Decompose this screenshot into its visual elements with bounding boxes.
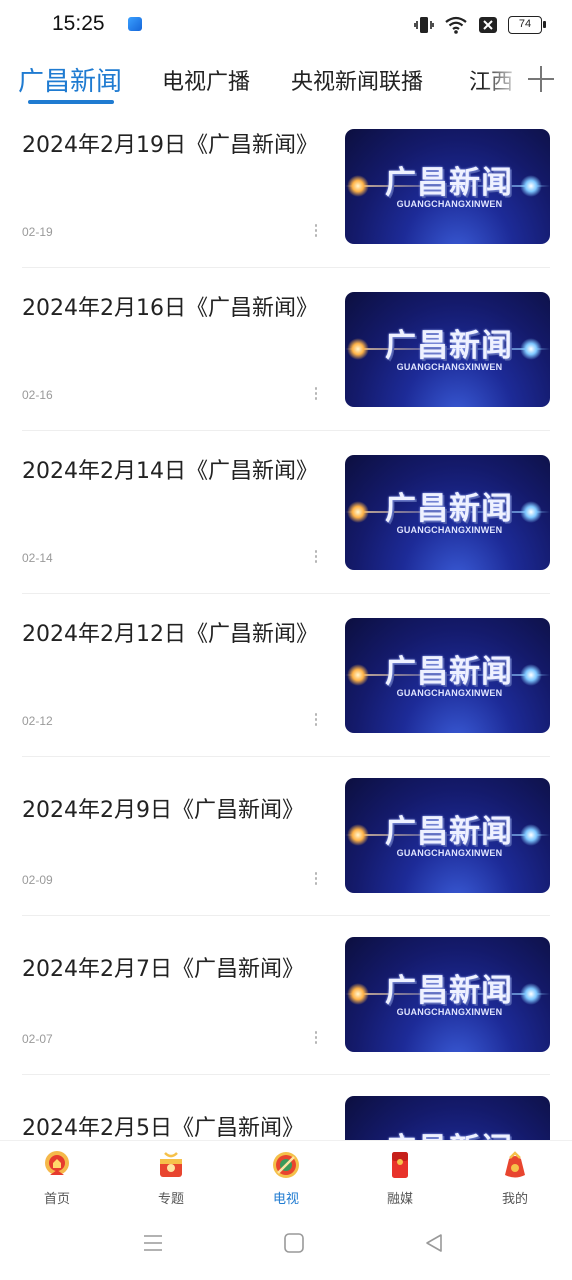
news-date: 02-16 bbox=[22, 388, 53, 402]
more-options-icon[interactable] bbox=[313, 1031, 319, 1045]
thumbnail-subtitle: GUANGCHANGXINWEN bbox=[396, 848, 503, 858]
battery-icon: 74 bbox=[508, 16, 546, 34]
tv-icon bbox=[273, 1152, 299, 1178]
news-title[interactable]: 2024年2月9日《广昌新闻》 bbox=[22, 793, 332, 829]
divider bbox=[22, 756, 550, 757]
more-options-icon[interactable] bbox=[313, 387, 319, 401]
news-item[interactable]: 2024年2月12日《广昌新闻》 02-12 广昌新闻 GUANGCHANGXI… bbox=[22, 617, 550, 735]
more-options-icon[interactable] bbox=[313, 224, 319, 238]
thumbnail-title: 广昌新闻 bbox=[385, 973, 513, 1009]
news-thumbnail[interactable]: 广昌新闻 GUANGCHANGXINWEN bbox=[345, 129, 550, 244]
news-date: 02-19 bbox=[22, 225, 53, 239]
bottom-nav: 首页 专题 电视 融媒 我的 bbox=[0, 1140, 572, 1210]
news-date: 02-12 bbox=[22, 714, 53, 728]
news-item[interactable]: 2024年2月7日《广昌新闻》 02-07 广昌新闻 GUANGCHANGXIN… bbox=[22, 937, 550, 1055]
add-channel-icon[interactable] bbox=[528, 66, 554, 92]
wifi-icon bbox=[445, 16, 467, 34]
channel-tab-bar: 广昌新闻 电视广播 央视新闻联播 江西 bbox=[0, 50, 572, 110]
news-title[interactable]: 2024年2月12日《广昌新闻》 bbox=[22, 617, 322, 653]
thumbnail-subtitle: GUANGCHANGXINWEN bbox=[396, 1007, 503, 1017]
nav-profile[interactable]: 我的 bbox=[475, 1149, 555, 1207]
vibrate-icon bbox=[414, 17, 434, 33]
active-tab-indicator bbox=[28, 100, 114, 104]
nav-media-label: 融媒 bbox=[386, 1192, 413, 1207]
nav-home-label: 首页 bbox=[43, 1192, 70, 1207]
news-item[interactable]: 2024年2月16日《广昌新闻》 02-16 广昌新闻 GUANGCHANGXI… bbox=[22, 291, 550, 409]
tab-fade-overlay bbox=[482, 50, 572, 110]
nav-topic-label: 专题 bbox=[157, 1192, 184, 1207]
news-title[interactable]: 2024年2月14日《广昌新闻》 bbox=[22, 454, 322, 490]
nav-home[interactable]: 首页 bbox=[17, 1149, 97, 1207]
nav-tv-label: 电视 bbox=[272, 1192, 299, 1207]
divider bbox=[22, 915, 550, 916]
tab-tv-broadcast[interactable]: 电视广播 bbox=[162, 64, 250, 96]
system-nav-bar bbox=[0, 1210, 572, 1280]
nav-profile-label: 我的 bbox=[501, 1192, 528, 1207]
status-indicators: 74 bbox=[414, 14, 546, 36]
news-thumbnail[interactable]: 广昌新闻 GUANGCHANGXINWEN bbox=[345, 455, 550, 570]
tab-cctv-news[interactable]: 央视新闻联播 bbox=[291, 64, 423, 96]
app-notification-icon bbox=[128, 17, 142, 31]
topic-icon bbox=[160, 1152, 182, 1177]
news-date: 02-14 bbox=[22, 551, 53, 565]
news-item[interactable]: 2024年2月19日《广昌新闻》 02-19 广昌新闻 GUANGCHANGXI… bbox=[22, 128, 550, 246]
thumbnail-title: 广昌新闻 bbox=[385, 491, 513, 527]
thumbnail-title: 广昌新闻 bbox=[385, 654, 513, 690]
more-options-icon[interactable] bbox=[313, 713, 319, 727]
news-item[interactable]: 2024年2月14日《广昌新闻》 02-14 广昌新闻 GUANGCHANGXI… bbox=[22, 454, 550, 572]
news-title[interactable]: 2024年2月5日《广昌新闻》 bbox=[22, 1111, 332, 1140]
news-item[interactable]: 2024年2月9日《广昌新闻》 02-09 广昌新闻 GUANGCHANGXIN… bbox=[22, 778, 550, 896]
profile-icon bbox=[505, 1151, 525, 1178]
more-options-icon[interactable] bbox=[313, 872, 319, 886]
home-button-icon[interactable] bbox=[283, 1232, 305, 1254]
status-time: 15:25 bbox=[52, 12, 105, 35]
menu-icon[interactable] bbox=[142, 1232, 164, 1254]
tab-guangchang-news[interactable]: 广昌新闻 bbox=[18, 61, 122, 98]
news-thumbnail[interactable]: 广昌新闻 GUANGCHANGXINWEN bbox=[345, 778, 550, 893]
media-icon bbox=[392, 1152, 408, 1178]
divider bbox=[22, 1074, 550, 1075]
thumbnail-subtitle: GUANGCHANGXINWEN bbox=[396, 688, 503, 698]
nav-tv[interactable]: 电视 bbox=[246, 1149, 326, 1207]
news-thumbnail[interactable]: 广昌新闻 GUANGCHANGXINWEN bbox=[345, 937, 550, 1052]
news-date: 02-07 bbox=[22, 1032, 53, 1046]
nav-media[interactable]: 融媒 bbox=[360, 1149, 440, 1207]
divider bbox=[22, 593, 550, 594]
more-options-icon[interactable] bbox=[313, 550, 319, 564]
thumbnail-subtitle: GUANGCHANGXINWEN bbox=[396, 525, 503, 535]
news-thumbnail[interactable]: 广昌新闻 GUANGCHANGXINWEN bbox=[345, 618, 550, 733]
thumbnail-title: 广昌新闻 bbox=[385, 328, 513, 364]
divider bbox=[22, 267, 550, 268]
no-sim-icon bbox=[479, 17, 497, 33]
back-icon[interactable] bbox=[423, 1232, 445, 1254]
thumbnail-subtitle: GUANGCHANGXINWEN bbox=[396, 362, 503, 372]
news-thumbnail[interactable]: 广昌新闻 bbox=[345, 1096, 550, 1140]
news-thumbnail[interactable]: 广昌新闻 GUANGCHANGXINWEN bbox=[345, 292, 550, 407]
divider bbox=[22, 430, 550, 431]
news-item[interactable]: 2024年2月5日《广昌新闻》 广昌新闻 bbox=[22, 1096, 550, 1140]
news-list: 2024年2月19日《广昌新闻》 02-19 广昌新闻 GUANGCHANGXI… bbox=[0, 110, 572, 1140]
news-title[interactable]: 2024年2月7日《广昌新闻》 bbox=[22, 952, 332, 988]
status-bar: 15:25 74 bbox=[0, 0, 572, 50]
news-title[interactable]: 2024年2月16日《广昌新闻》 bbox=[22, 291, 322, 327]
nav-topic[interactable]: 专题 bbox=[131, 1149, 211, 1207]
thumbnail-title: 广昌新闻 bbox=[379, 1124, 519, 1140]
news-title[interactable]: 2024年2月19日《广昌新闻》 bbox=[22, 128, 322, 164]
thumbnail-title: 广昌新闻 bbox=[385, 814, 513, 850]
news-date: 02-09 bbox=[22, 873, 53, 887]
home-icon bbox=[45, 1151, 69, 1175]
thumbnail-subtitle: GUANGCHANGXINWEN bbox=[396, 199, 503, 209]
thumbnail-title: 广昌新闻 bbox=[385, 165, 513, 201]
